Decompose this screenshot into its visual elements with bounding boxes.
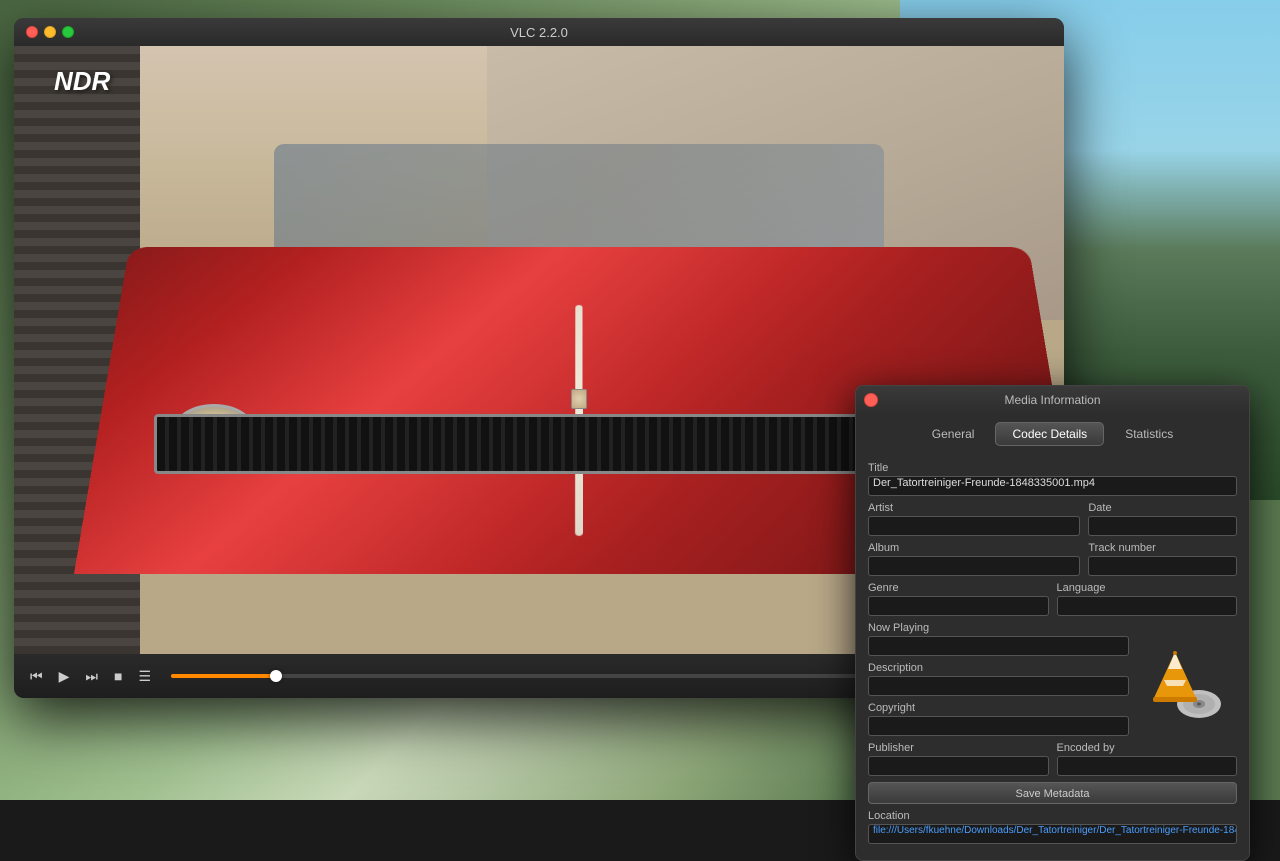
artist-input[interactable] xyxy=(868,516,1080,536)
genre-field-group: Genre xyxy=(868,582,1049,616)
panel-title: Media Information xyxy=(1004,393,1100,407)
now-playing-input[interactable] xyxy=(868,636,1129,656)
rewind-button[interactable]: ⏮ xyxy=(26,666,47,687)
tab-bar: General Codec Details Statistics xyxy=(856,414,1249,454)
panel-content: Title Der_Tatortreiniger-Freunde-1848335… xyxy=(856,454,1249,860)
publisher-encoded-row: Publisher Encoded by xyxy=(868,742,1237,776)
genre-language-row: Genre Language xyxy=(868,582,1237,616)
artist-label: Artist xyxy=(868,502,1080,514)
ndr-logo-overlay: NDR xyxy=(54,66,110,97)
tab-codec-details[interactable]: Codec Details xyxy=(995,422,1104,446)
description-input[interactable] xyxy=(868,676,1129,696)
stop-button[interactable]: ■ xyxy=(110,666,126,686)
date-input[interactable] xyxy=(1088,516,1237,536)
close-button[interactable] xyxy=(26,26,38,38)
publisher-input[interactable] xyxy=(868,756,1049,776)
album-input[interactable] xyxy=(868,556,1080,576)
artist-date-row: Artist Date xyxy=(868,502,1237,536)
location-input[interactable]: file:///Users/fkuehne/Downloads/Der_Tato… xyxy=(868,824,1237,844)
track-number-input[interactable] xyxy=(1088,556,1237,576)
date-field-group: Date xyxy=(1088,502,1237,536)
location-field-group: Location file:///Users/fkuehne/Downloads… xyxy=(868,810,1237,844)
location-label: Location xyxy=(868,810,1237,822)
encoded-by-input[interactable] xyxy=(1057,756,1238,776)
genre-input[interactable] xyxy=(868,596,1049,616)
panel-close-button[interactable] xyxy=(864,393,878,407)
window-title: VLC 2.2.0 xyxy=(510,25,568,40)
car-windshield xyxy=(274,144,884,264)
vlc-cone-icon xyxy=(1147,642,1227,722)
tab-general[interactable]: General xyxy=(915,422,992,446)
encoded-by-field-group: Encoded by xyxy=(1057,742,1238,776)
car-emblem xyxy=(571,389,587,409)
album-label: Album xyxy=(868,542,1080,554)
vlc-titlebar: VLC 2.2.0 xyxy=(14,18,1064,46)
left-fields: Now Playing Description Copyright xyxy=(868,622,1129,742)
genre-label: Genre xyxy=(868,582,1049,594)
progress-handle[interactable] xyxy=(270,670,282,682)
playlist-button[interactable]: ☰ xyxy=(134,666,155,687)
title-field-group: Title Der_Tatortreiniger-Freunde-1848335… xyxy=(868,462,1237,496)
traffic-lights xyxy=(26,26,74,38)
encoded-by-label: Encoded by xyxy=(1057,742,1238,754)
now-playing-field-group: Now Playing xyxy=(868,622,1129,656)
publisher-field-group: Publisher xyxy=(868,742,1049,776)
progress-fill xyxy=(171,674,276,678)
copyright-label: Copyright xyxy=(868,702,1129,714)
vlc-icon-section xyxy=(1137,622,1237,742)
description-label: Description xyxy=(868,662,1129,674)
title-input[interactable]: Der_Tatortreiniger-Freunde-1848335001.mp… xyxy=(868,476,1237,496)
panel-titlebar: Media Information xyxy=(856,386,1249,414)
track-number-field-group: Track number xyxy=(1088,542,1237,576)
language-field-group: Language xyxy=(1057,582,1238,616)
description-field-group: Description xyxy=(868,662,1129,696)
artist-field-group: Artist xyxy=(868,502,1080,536)
copyright-field-group: Copyright xyxy=(868,702,1129,736)
now-playing-label: Now Playing xyxy=(868,622,1129,634)
minimize-button[interactable] xyxy=(44,26,56,38)
media-info-panel: Media Information General Codec Details … xyxy=(855,385,1250,861)
date-label: Date xyxy=(1088,502,1237,514)
language-input[interactable] xyxy=(1057,596,1238,616)
publisher-label: Publisher xyxy=(868,742,1049,754)
album-track-row: Album Track number xyxy=(868,542,1237,576)
now-playing-section: Now Playing Description Copyright xyxy=(868,622,1237,742)
save-metadata-button[interactable]: Save Metadata xyxy=(868,782,1237,804)
copyright-input[interactable] xyxy=(868,716,1129,736)
maximize-button[interactable] xyxy=(62,26,74,38)
fast-forward-button[interactable]: ⏭ xyxy=(81,666,102,687)
album-field-group: Album xyxy=(868,542,1080,576)
language-label: Language xyxy=(1057,582,1238,594)
vlc-icon-area xyxy=(1140,635,1235,730)
track-number-label: Track number xyxy=(1088,542,1237,554)
tab-statistics[interactable]: Statistics xyxy=(1108,422,1190,446)
play-button[interactable]: ▶ xyxy=(55,666,74,687)
title-label: Title xyxy=(868,462,1237,474)
